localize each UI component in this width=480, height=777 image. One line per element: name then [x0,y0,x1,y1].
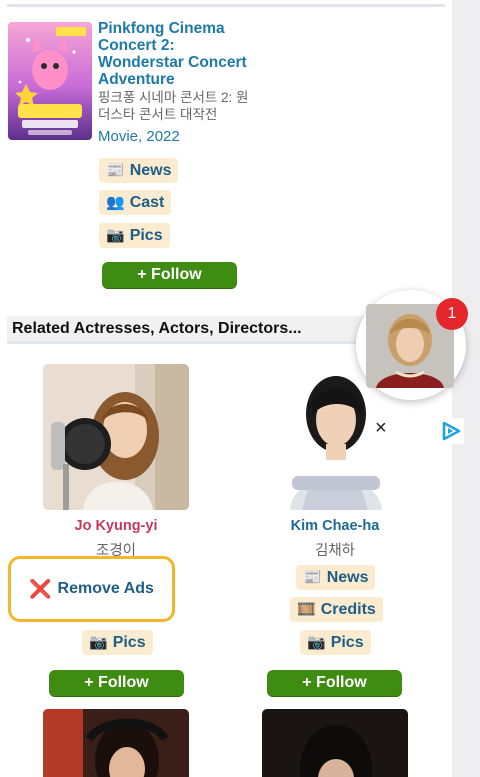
related-section-heading: Related Actresses, Actors, Directors... [7,316,372,344]
kim-chae-ha-news-label: News [326,568,369,586]
movie-news-button[interactable]: 📰 News [99,158,179,183]
jo-kyung-yi-pics-button[interactable]: 📷 Pics [82,630,153,655]
movie-pics-label: Pics [129,226,163,244]
jo-kyung-yi-pics-label: Pics [112,633,146,651]
movie-meta: Movie, 2022 [98,128,180,145]
jo-kyung-yi-photo[interactable] [43,364,189,510]
newspaper-icon: 📰 [106,162,125,179]
notification-count-badge: 1 [436,298,468,330]
next-person-photo-right[interactable] [262,709,408,777]
adchoices-icon[interactable] [438,418,464,444]
movie-cast-button[interactable]: 👥 Cast [99,190,172,215]
section-divider [7,4,445,7]
movie-news-label: News [129,161,172,179]
film-frames-icon: 🎞️ [297,601,316,618]
kim-chae-ha-credits-label: Credits [320,600,376,618]
movie-title-link[interactable]: Pinkfong Cinema Concert 2: Wonderstar Co… [98,20,258,88]
movie-cast-label: Cast [129,193,165,211]
kim-chae-ha-name: Kim Chae-ha [290,518,380,534]
jo-kyung-yi-name: Jo Kyung-yi [74,518,158,534]
kim-chae-ha-follow-button[interactable]: + Follow [267,670,402,696]
movie-type-link[interactable]: Movie [98,128,138,145]
meta-separator: , [138,128,143,145]
movie-poster-image[interactable] [8,22,92,140]
next-person-photo-left[interactable] [43,709,189,777]
newspaper-icon: 📰 [303,569,322,586]
kim-chae-ha-pics-button[interactable]: 📷 Pics [300,630,371,655]
jo-kyung-yi-name-link[interactable]: Jo Kyung-yi [26,518,206,534]
close-icon[interactable]: × [375,418,387,438]
kim-chae-ha-korean-name: 김채하 [314,543,356,559]
red-cross-icon: ❌ [29,578,52,599]
remove-ads-button[interactable]: ❌ Remove Ads [8,556,175,622]
movie-year-link[interactable]: 2022 [146,128,179,145]
jo-kyung-yi-follow-button[interactable]: + Follow [49,670,184,696]
movie-pics-button[interactable]: 📷 Pics [99,223,170,248]
camera-icon: 📷 [307,634,326,651]
kim-chae-ha-pics-label: Pics [330,633,364,651]
movie-korean-title: 핑크퐁 시네마 콘서트 2: 원더스타 콘서트 대작전 [98,90,249,122]
camera-icon: 📷 [89,634,108,651]
page-scroll-gutter [452,0,480,777]
kim-chae-ha-name-link[interactable]: Kim Chae-ha [245,518,425,534]
movie-follow-button[interactable]: + Follow [102,262,237,288]
kim-chae-ha-credits-button[interactable]: 🎞️ Credits [290,597,383,622]
remove-ads-label: Remove Ads [57,580,154,597]
kim-chae-ha-news-button[interactable]: 📰 News [296,565,376,590]
people-icon: 👥 [106,194,125,211]
camera-icon: 📷 [106,227,125,244]
